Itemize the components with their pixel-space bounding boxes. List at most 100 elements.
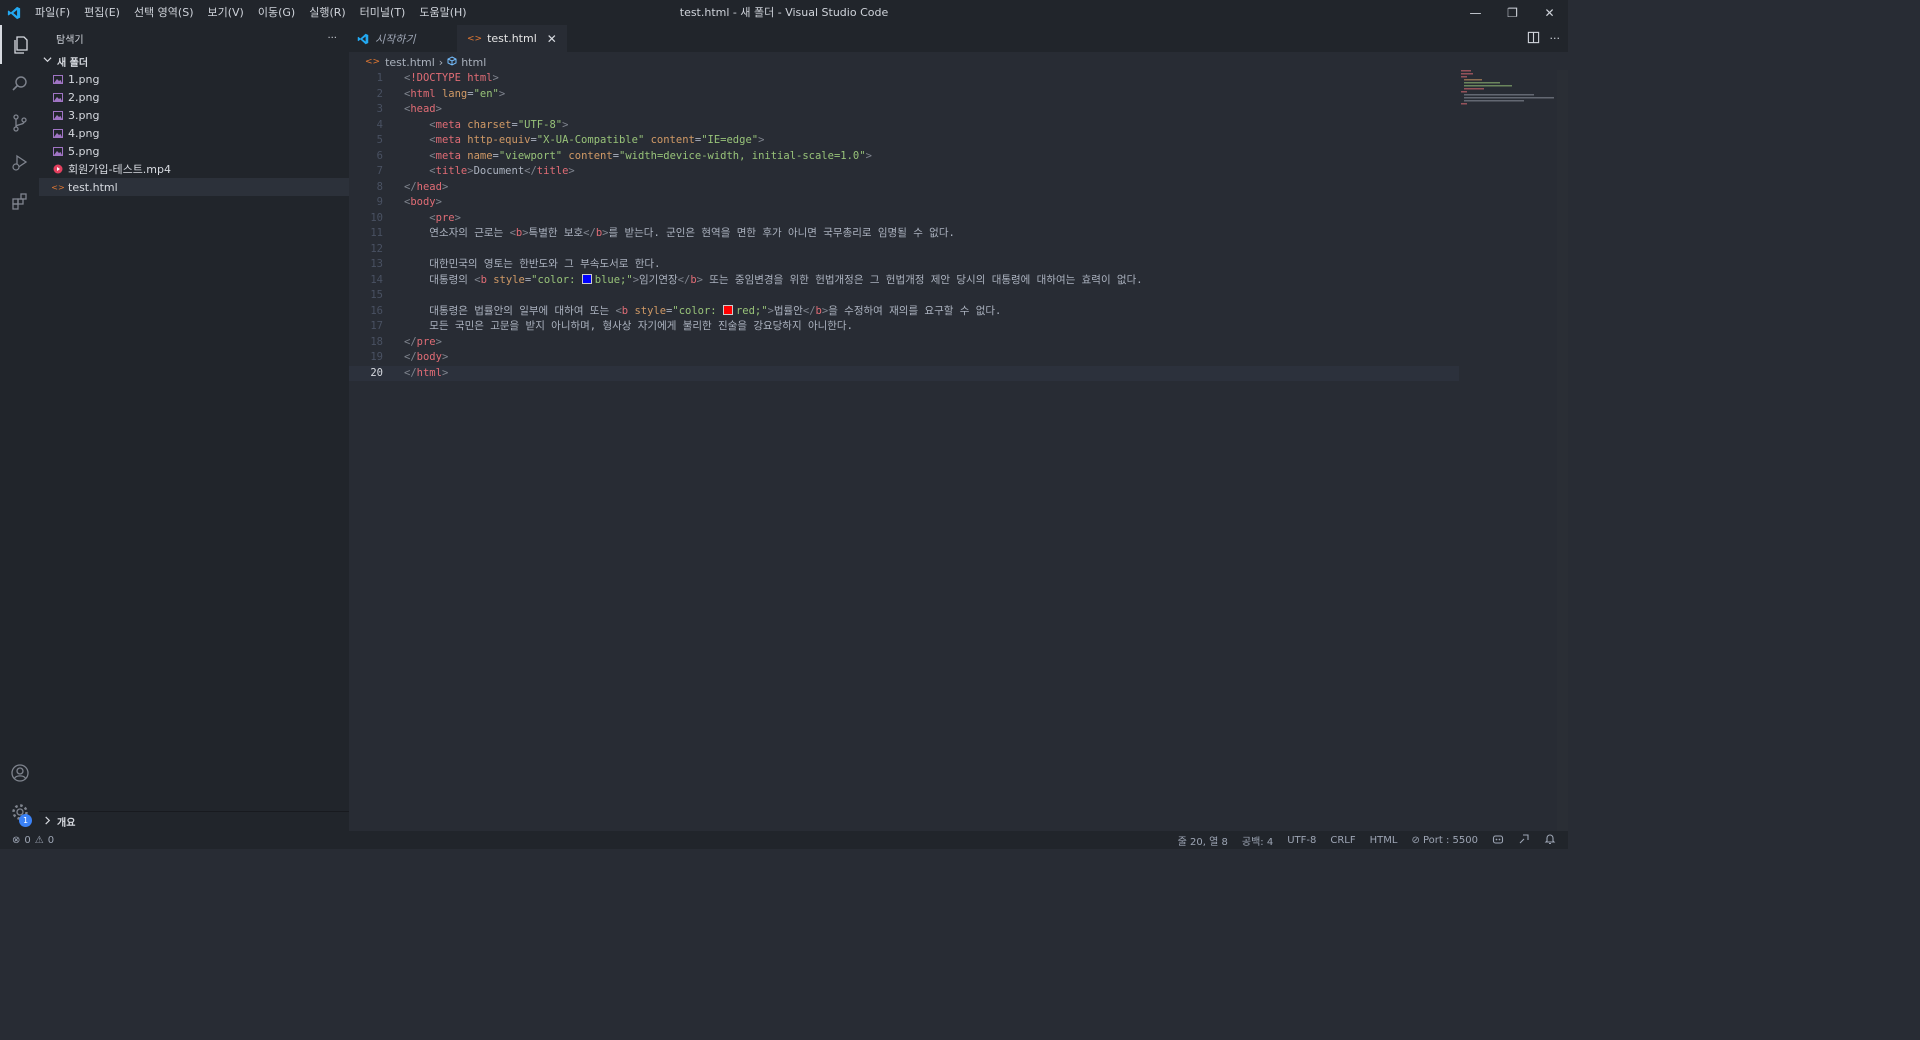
vertical-scrollbar[interactable] <box>1557 70 1568 831</box>
file-name: 회원가입-테스트.mp4 <box>68 163 172 176</box>
run-debug-icon[interactable] <box>0 142 39 181</box>
indentation[interactable]: 공백: 4 <box>1242 833 1273 848</box>
line-number: 11 <box>370 227 383 239</box>
file-item[interactable]: <> test.html <box>39 178 349 196</box>
warning-icon: ⚠ <box>34 834 44 846</box>
menu-item[interactable]: 파일(F) <box>28 0 77 25</box>
vscode-tab-icon <box>357 33 369 45</box>
code-text: </body> <box>404 351 449 363</box>
code-text: <meta name="viewport" content="width=dev… <box>429 149 872 162</box>
menu-item[interactable]: 보기(V) <box>200 0 250 25</box>
source-control-icon[interactable] <box>0 103 39 142</box>
live-server-port[interactable]: ⊘ Port : 5500 <box>1411 835 1478 846</box>
breadcrumb-symbol[interactable]: html <box>461 56 486 69</box>
code-text: 대한민국의 영토는 한반도와 그 부속도서로 한다. <box>404 258 661 270</box>
copilot-icon[interactable] <box>1492 833 1504 848</box>
minimize-icon[interactable]: — <box>1457 0 1494 25</box>
code-line[interactable]: 19 </body> <box>349 350 1459 366</box>
code-line[interactable]: 1 <!DOCTYPE html> <box>349 71 1459 87</box>
code-line[interactable]: 20 </html> <box>349 365 1459 381</box>
line-number: 19 <box>370 351 383 363</box>
accounts-icon[interactable] <box>0 753 39 792</box>
file-name: 2.png <box>68 90 100 104</box>
manage-gear-icon[interactable]: 1 <box>0 792 39 831</box>
error-count: 0 <box>24 834 31 846</box>
file-item[interactable]: 회원가입-테스트.mp4 <box>39 160 349 178</box>
line-number: 13 <box>370 258 383 270</box>
chevron-right-icon: › <box>438 55 444 69</box>
code-line[interactable]: 3 <head> <box>349 102 1459 118</box>
code-text: <title>Document</title> <box>429 165 575 177</box>
split-editor-icon[interactable] <box>1527 31 1540 47</box>
code-line[interactable]: 10 <pre> <box>349 211 1459 227</box>
file-item[interactable]: 2.png <box>39 88 349 106</box>
extensions-icon[interactable] <box>0 181 39 220</box>
code-line[interactable]: 15 <box>349 288 1459 304</box>
menu-item[interactable]: 이동(G) <box>251 0 302 25</box>
html-file-icon: <> <box>365 57 381 67</box>
menu-bar: 파일(F) 편집(E) 선택 영역(S) 보기(V) 이동(G) 실행(R) 터미널(T) 도… <box>28 0 474 25</box>
problems-indicator[interactable]: ⊗ 0 ⚠ 0 <box>0 835 54 846</box>
code-line[interactable]: 2 <html lang="en"> <box>349 87 1459 103</box>
no-entry-icon: ⊘ <box>1411 834 1423 846</box>
language-mode[interactable]: HTML <box>1370 835 1398 846</box>
breadcrumb: <> test.html › html <box>365 54 486 70</box>
menu-item[interactable]: 실행(R) <box>302 0 352 25</box>
file-item[interactable]: 5.png <box>39 142 349 160</box>
file-name: test.html <box>68 180 118 194</box>
line-number: 16 <box>370 304 383 317</box>
code-line[interactable]: 4 <meta charset="UTF-8"> <box>349 118 1459 134</box>
code-line[interactable]: 14 대통령의 <b style="color: blue;">임기연장</b>… <box>349 273 1459 289</box>
code-line[interactable]: 16 대통령은 법률안의 일부에 대하여 또는 <b style="color:… <box>349 304 1459 320</box>
minimap[interactable] <box>1461 70 1556 105</box>
code-line[interactable]: 13 대한민국의 영토는 한반도와 그 부속도서로 한다. <box>349 257 1459 273</box>
menu-item[interactable]: 터미널(T) <box>353 0 413 25</box>
code-line[interactable]: 5 <meta http-equiv="X-UA-Compatible" con… <box>349 133 1459 149</box>
menu-item[interactable]: 선택 영역(S) <box>127 0 201 25</box>
file-list: 1.png 2.png 3.png 4.png 5.png 회원가입-테스트.mp4 <> t… <box>39 70 349 196</box>
file-name: 3.png <box>68 108 100 122</box>
close-window-icon[interactable]: ✕ <box>1531 0 1568 25</box>
line-number: 12 <box>370 242 383 255</box>
explorer-title: 탐색기 <box>56 35 84 46</box>
feedback-icon[interactable] <box>1518 833 1530 848</box>
folder-label: 새 폴더 <box>57 57 89 69</box>
code-text: <meta charset="UTF-8"> <box>429 118 569 131</box>
tab-welcome[interactable]: 시작하기 <box>349 25 449 52</box>
cursor-position[interactable]: 줄 20, 열 8 <box>1178 833 1228 848</box>
search-icon[interactable] <box>0 64 39 103</box>
line-number: 14 <box>370 273 383 286</box>
line-number: 6 <box>376 149 383 162</box>
editor-more-icon[interactable]: ··· <box>1550 32 1561 45</box>
code-line[interactable]: 18 </pre> <box>349 335 1459 351</box>
menu-item[interactable]: 도움말(H) <box>412 0 473 25</box>
more-actions-icon[interactable]: ··· <box>327 33 337 44</box>
code-line[interactable]: 8 </head> <box>349 180 1459 196</box>
restore-icon[interactable]: ❐ <box>1494 0 1531 25</box>
tab-test-html[interactable]: <> test.html ✕ <box>457 25 567 52</box>
close-tab-icon[interactable]: ✕ <box>547 32 557 46</box>
explorer-icon[interactable] <box>0 25 39 64</box>
menu-item[interactable]: 편집(E) <box>77 0 127 25</box>
code-line[interactable]: 9 <body> <box>349 195 1459 211</box>
code-line[interactable]: 6 <meta name="viewport" content="width=d… <box>349 149 1459 165</box>
file-item[interactable]: 4.png <box>39 124 349 142</box>
code-text: <pre> <box>429 211 461 224</box>
end-of-line[interactable]: CRLF <box>1330 835 1355 846</box>
code-editor[interactable]: 1 <!DOCTYPE html> 2 <html lang="en"> 3 <head>… <box>349 70 1568 831</box>
code-line[interactable]: 11 연소자의 근로는 <b>특별한 보호</b>를 받는다. 군인은 현역을 … <box>349 226 1459 242</box>
code-line[interactable]: 7 <title>Document</title> <box>349 164 1459 180</box>
encoding[interactable]: UTF-8 <box>1287 835 1316 846</box>
code-line[interactable]: 17 모든 국민은 고문을 받지 아니하며, 형사상 자기에게 불리한 진술을 … <box>349 319 1459 335</box>
breadcrumb-file[interactable]: test.html <box>385 56 435 69</box>
code-text: <meta http-equiv="X-UA-Compatible" conte… <box>429 134 765 146</box>
outline-section[interactable]: 개요 <box>39 811 349 831</box>
code-text: <head> <box>404 103 442 115</box>
update-badge: 1 <box>19 814 32 827</box>
notifications-bell-icon[interactable] <box>1544 833 1556 848</box>
file-item[interactable]: 3.png <box>39 106 349 124</box>
file-name: 4.png <box>68 126 100 140</box>
folder-new-folder[interactable]: 새 폴더 <box>39 52 349 70</box>
code-line[interactable]: 12 <box>349 242 1459 258</box>
file-item[interactable]: 1.png <box>39 70 349 88</box>
